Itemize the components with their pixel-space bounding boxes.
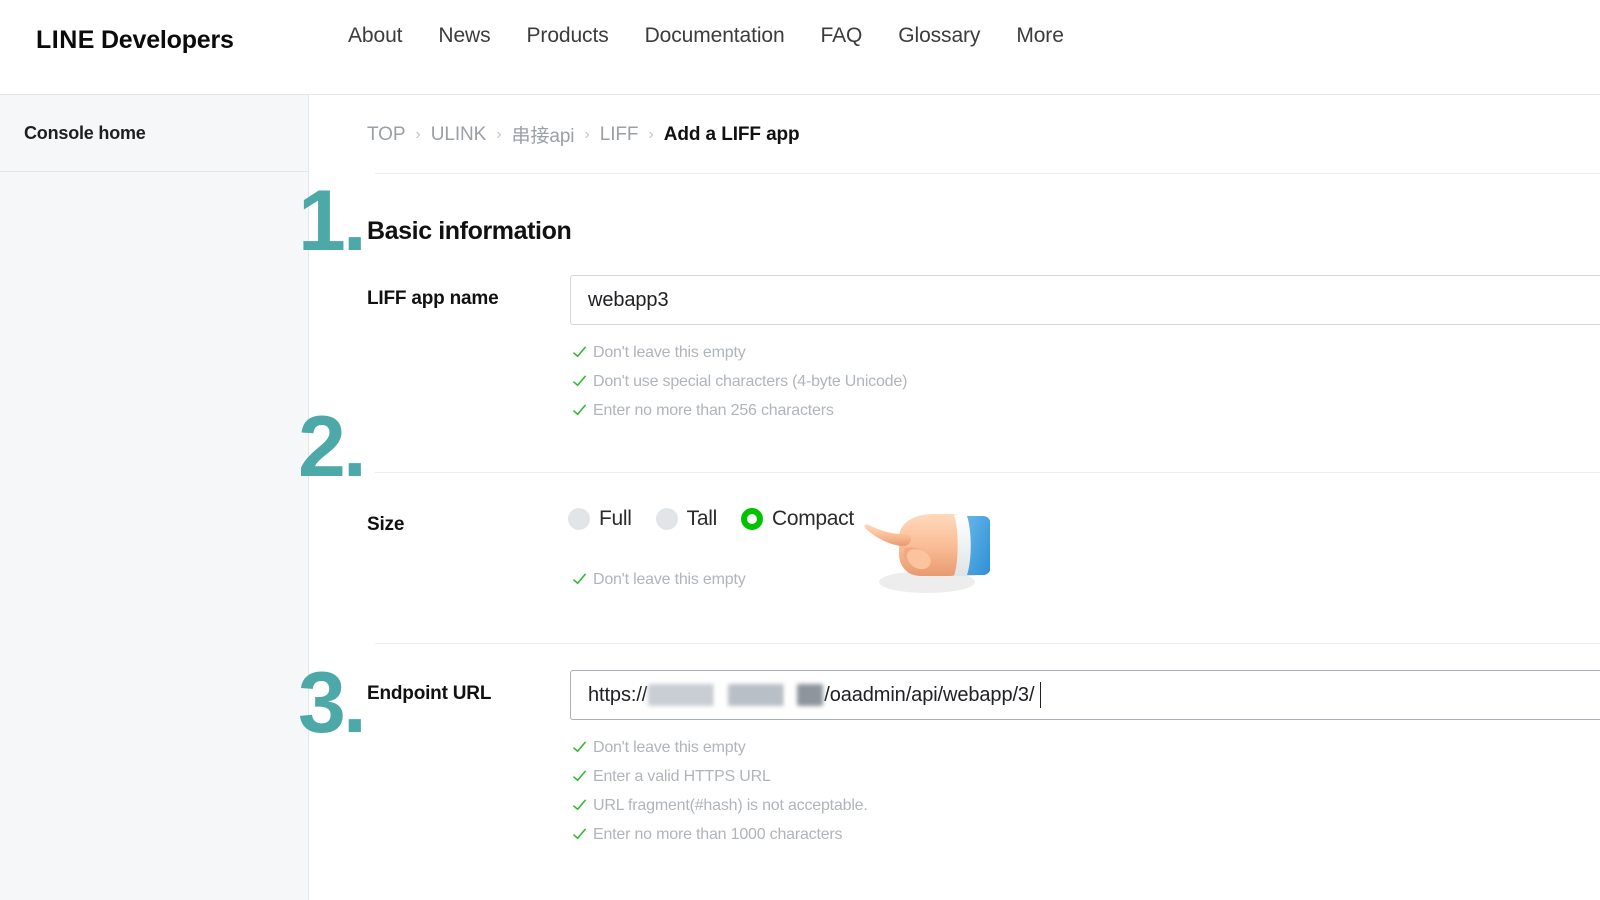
radio-dot[interactable] [655, 508, 678, 530]
primary-nav: About News Products Documentation FAQ Gl… [330, 24, 1082, 48]
step-number-3: 3. [298, 655, 367, 751]
endpoint-url-input[interactable]: https:// /oaadmin/api/webapp/3/ [570, 670, 1600, 720]
chevron-right-icon: › [648, 125, 654, 143]
nav-item-about[interactable]: About [330, 24, 420, 48]
validation-text: Enter no more than 1000 characters [593, 825, 843, 843]
nav-item-products[interactable]: Products [509, 24, 627, 48]
validation-row: Don't use special characters (4-byte Uni… [572, 367, 907, 396]
radio-label: Compact [771, 507, 854, 530]
chevron-right-icon: › [496, 125, 502, 143]
section-divider [375, 643, 1600, 644]
left-sidebar: Console home [0, 95, 309, 900]
validation-text: Don't use special characters (4-byte Uni… [593, 372, 908, 390]
radio-dot[interactable] [568, 508, 590, 530]
step-number-1: 1. [298, 173, 367, 269]
validation-row: Enter no more than 1000 characters [572, 820, 868, 849]
validation-text: Enter no more than 256 characters [593, 401, 834, 419]
validation-text: Don't leave this empty [593, 738, 746, 756]
check-icon [572, 740, 587, 755]
liff-app-name-validations: Don't leave this empty Don't use special… [572, 338, 907, 425]
endpoint-url-validations: Don't leave this empty Enter a valid HTT… [572, 733, 868, 849]
radio-option-full[interactable]: Full [568, 507, 632, 531]
radio-option-tall[interactable]: Tall [655, 507, 718, 531]
redacted-block [648, 684, 715, 706]
nav-item-faq[interactable]: FAQ [803, 24, 881, 48]
breadcrumb: TOP › ULINK › 串接api › LIFF › Add a LIFF … [367, 121, 800, 148]
check-icon [572, 827, 587, 842]
text-caret [1040, 682, 1042, 708]
breadcrumb-item-liff[interactable]: LIFF [600, 124, 639, 146]
endpoint-url-prefix: https:// [588, 683, 648, 706]
breadcrumb-item-ulink[interactable]: ULINK [431, 124, 487, 146]
breadcrumb-item-current: Add a LIFF app [663, 123, 800, 145]
pointing-hand-left-icon [855, 498, 991, 598]
logo-text-line: LINE [36, 26, 95, 54]
validation-row: Don't leave this empty [572, 733, 868, 762]
nav-item-glossary[interactable]: Glossary [880, 24, 998, 48]
check-icon [572, 345, 587, 360]
validation-row: Enter a valid HTTPS URL [572, 762, 868, 791]
section-divider [375, 472, 1600, 473]
radio-option-compact[interactable]: Compact [740, 507, 854, 531]
validation-row: Don't leave this empty [572, 565, 746, 594]
step-number-2: 2. [298, 399, 367, 495]
line-developers-logo[interactable]: LINE Developers [36, 26, 234, 55]
liff-app-name-input[interactable]: webapp3 [570, 275, 1600, 325]
redacted-block [797, 684, 824, 706]
redacted-block [728, 684, 785, 706]
redacted-block [716, 684, 727, 706]
validation-text: Enter a valid HTTPS URL [593, 767, 771, 785]
breadcrumb-item-top[interactable]: TOP [367, 124, 406, 146]
size-radio-group: Full Tall Compact [568, 507, 878, 531]
chevron-right-icon: › [415, 125, 421, 143]
nav-item-documentation[interactable]: Documentation [627, 24, 803, 48]
breadcrumb-divider [375, 173, 1600, 174]
radio-label: Tall [686, 507, 718, 530]
radio-label: Full [599, 507, 632, 530]
label-endpoint-url: Endpoint URL [367, 683, 492, 704]
site-header: LINE Developers About News Products Docum… [0, 0, 1600, 95]
check-icon [572, 769, 587, 784]
liff-app-name-value: webapp3 [588, 288, 669, 311]
sidebar-item-console-home[interactable]: Console home [0, 95, 308, 172]
check-icon [572, 374, 587, 389]
validation-row: URL fragment(#hash) is not acceptable. [572, 791, 868, 820]
redacted-block [786, 684, 796, 706]
breadcrumb-item-api[interactable]: 串接api [512, 121, 575, 148]
endpoint-url-suffix: /oaadmin/api/webapp/3/ [824, 683, 1035, 706]
check-icon [572, 403, 587, 418]
nav-item-more[interactable]: More [998, 24, 1081, 48]
nav-item-news[interactable]: News [420, 24, 508, 48]
validation-row: Don't leave this empty [572, 338, 907, 367]
logo-text-developers: Developers [100, 26, 234, 54]
validation-row: Enter no more than 256 characters [572, 396, 907, 425]
check-icon [572, 798, 587, 813]
check-icon [572, 572, 587, 587]
validation-text: Don't leave this empty [593, 343, 746, 361]
chevron-right-icon: › [584, 125, 590, 143]
sidebar-item-label: Console home [24, 122, 146, 143]
label-liff-app-name: LIFF app name [367, 288, 499, 309]
validation-text: URL fragment(#hash) is not acceptable. [593, 796, 868, 814]
page-title: Basic information [367, 217, 572, 245]
radio-dot-selected[interactable] [740, 508, 763, 530]
validation-text: Don't leave this empty [593, 570, 746, 588]
size-validations: Don't leave this empty [572, 565, 746, 594]
label-size: Size [367, 514, 405, 535]
